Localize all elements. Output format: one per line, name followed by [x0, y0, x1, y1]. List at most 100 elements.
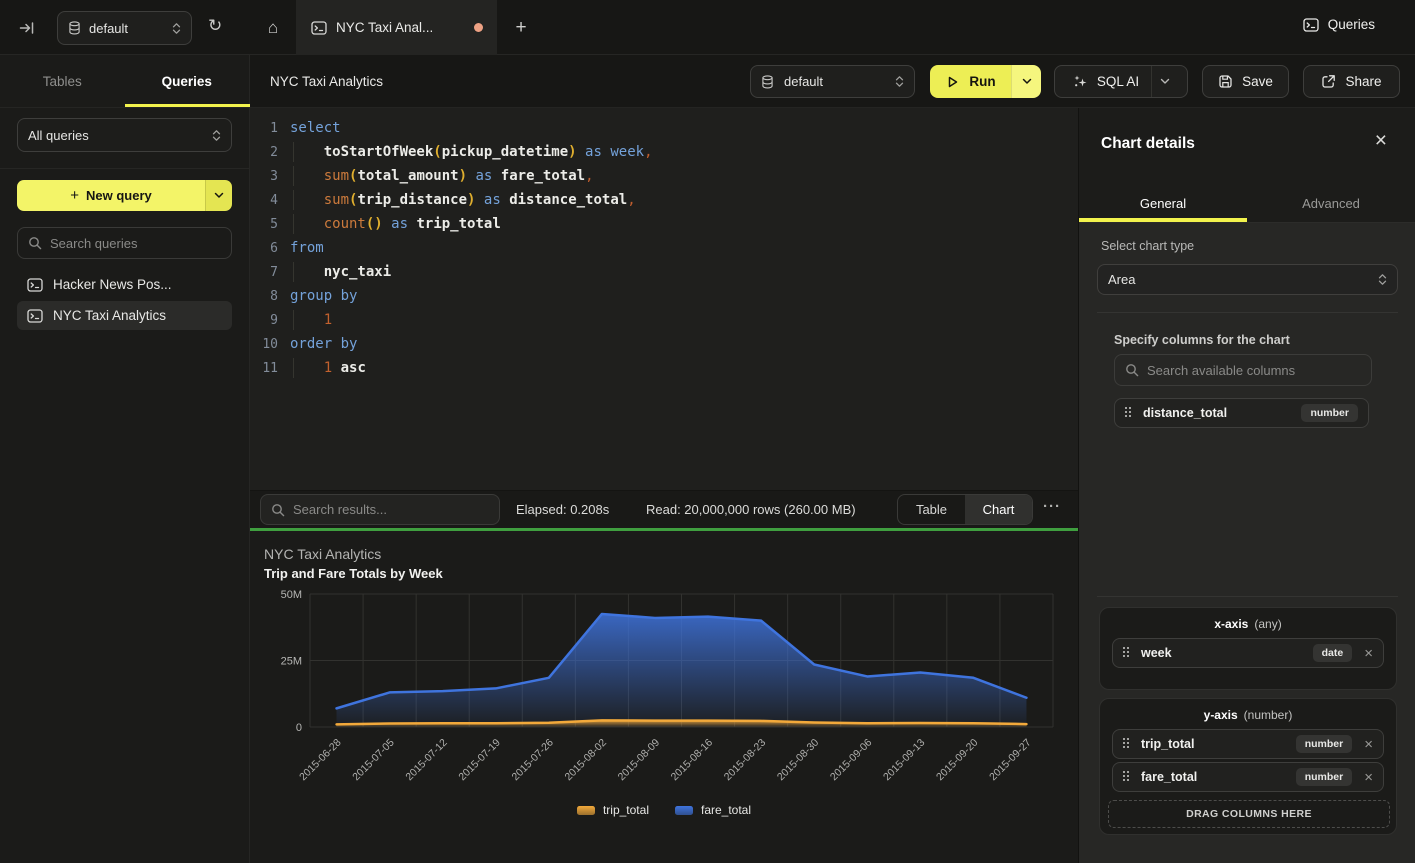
- column-pill-trip_total[interactable]: trip_totalnumber×: [1112, 729, 1384, 759]
- results-search-input[interactable]: [293, 502, 489, 517]
- line-number: 11: [250, 361, 278, 376]
- search-icon: [271, 503, 285, 517]
- sidebar-tab-tables[interactable]: Tables: [0, 55, 125, 107]
- query-search-input[interactable]: [50, 236, 221, 251]
- run-button[interactable]: Run: [930, 65, 1041, 98]
- remove-icon[interactable]: ×: [1362, 646, 1373, 661]
- line-number: 5: [250, 217, 278, 232]
- svg-text:2015-09-13: 2015-09-13: [881, 737, 928, 784]
- database-name: default: [89, 21, 164, 36]
- view-tab-table[interactable]: Table: [898, 495, 965, 524]
- chevron-updown-icon: [1378, 273, 1387, 286]
- run-button-main[interactable]: Run: [930, 65, 1011, 98]
- drag-handle-icon[interactable]: [1123, 738, 1131, 750]
- line-number: 7: [250, 265, 278, 280]
- panel-tab-general[interactable]: General: [1079, 185, 1247, 222]
- save-button[interactable]: Save: [1202, 65, 1289, 98]
- database-selector[interactable]: default: [57, 11, 192, 45]
- view-toggle: Table Chart: [897, 494, 1033, 525]
- legend-item-trip_total[interactable]: trip_total: [577, 803, 649, 817]
- search-icon: [1125, 363, 1139, 377]
- plus-icon: +: [515, 17, 526, 39]
- new-query-main[interactable]: + New query: [17, 180, 205, 211]
- panel-title: Chart details: [1101, 135, 1195, 153]
- chevron-updown-icon: [895, 75, 904, 88]
- svg-text:2015-09-27: 2015-09-27: [987, 737, 1034, 784]
- code-line[interactable]: 11 1 asc: [250, 356, 1078, 380]
- line-number: 1: [250, 121, 278, 136]
- chart-subtitle: Trip and Fare Totals by Week: [264, 566, 443, 581]
- columns-search[interactable]: [1114, 354, 1372, 386]
- queries-shortcut-button[interactable]: Queries: [1303, 17, 1375, 32]
- drag-handle-icon[interactable]: [1123, 771, 1131, 783]
- code-line[interactable]: 1select: [250, 116, 1078, 140]
- sql-editor[interactable]: 1select2 toStartOfWeek(pickup_datetime) …: [250, 108, 1078, 490]
- new-tab-button[interactable]: +: [497, 0, 545, 55]
- code-line[interactable]: 7 nyc_taxi: [250, 260, 1078, 284]
- share-button[interactable]: Share: [1303, 65, 1400, 98]
- save-icon: [1218, 74, 1233, 89]
- remove-icon[interactable]: ×: [1362, 737, 1373, 752]
- sidebar-tabs: Tables Queries: [0, 55, 249, 108]
- query-filter-select[interactable]: All queries: [17, 118, 232, 152]
- results-toolbar: Elapsed: 0.208s Read: 20,000,000 rows (2…: [250, 490, 1078, 528]
- code-line[interactable]: 2 toStartOfWeek(pickup_datetime) as week…: [250, 140, 1078, 164]
- code-line[interactable]: 4 sum(trip_distance) as distance_total,: [250, 188, 1078, 212]
- code-line[interactable]: 8group by: [250, 284, 1078, 308]
- view-tab-chart[interactable]: Chart: [965, 495, 1032, 524]
- more-options-icon[interactable]: ···: [1043, 498, 1061, 515]
- column-pill-distance_total[interactable]: distance_totalnumber: [1114, 398, 1369, 428]
- drag-handle-icon[interactable]: [1123, 647, 1131, 659]
- sql-ai-button[interactable]: SQL AI: [1054, 65, 1188, 98]
- share-icon: [1321, 74, 1336, 89]
- code-line[interactable]: 5 count() as trip_total: [250, 212, 1078, 236]
- sidebar-tab-queries[interactable]: Queries: [125, 55, 250, 107]
- code-line[interactable]: 3 sum(total_amount) as fare_total,: [250, 164, 1078, 188]
- unsaved-changes-dot: [474, 23, 483, 32]
- divider: [1097, 312, 1398, 313]
- remove-icon[interactable]: ×: [1362, 770, 1373, 785]
- close-icon[interactable]: ×: [1375, 130, 1387, 151]
- column-pill-week[interactable]: weekdate×: [1112, 638, 1384, 668]
- chart-type-select[interactable]: Area: [1097, 264, 1398, 295]
- query-list-item[interactable]: NYC Taxi Analytics: [17, 301, 232, 330]
- svg-text:2015-08-02: 2015-08-02: [563, 737, 610, 784]
- home-tab[interactable]: ⌂: [250, 0, 297, 55]
- new-query-dropdown[interactable]: [205, 180, 232, 211]
- chart-legend: trip_total fare_total: [250, 803, 1078, 817]
- divider: [0, 168, 250, 169]
- svg-text:25M: 25M: [281, 656, 302, 668]
- legend-item-fare_total[interactable]: fare_total: [675, 803, 751, 817]
- legend-label: fare_total: [701, 803, 751, 817]
- refresh-icon[interactable]: ↻: [208, 16, 222, 36]
- collapse-sidebar-icon[interactable]: [18, 19, 36, 37]
- drag-columns-dropzone[interactable]: DRAG COLUMNS HERE: [1108, 800, 1390, 828]
- run-database-selector[interactable]: default: [750, 65, 915, 98]
- sql-ai-label: SQL AI: [1097, 74, 1139, 89]
- code-line[interactable]: 10order by: [250, 332, 1078, 356]
- top-bar: default ↻ ⌂ NYC Taxi Anal... + Queries: [0, 0, 1415, 55]
- drag-handle-icon[interactable]: [1125, 407, 1133, 419]
- tab-nyc-taxi-analytics[interactable]: NYC Taxi Anal...: [297, 0, 497, 55]
- panel-tab-advanced[interactable]: Advanced: [1247, 185, 1415, 222]
- queries-shortcut-label: Queries: [1328, 17, 1375, 32]
- new-query-button[interactable]: + New query: [17, 180, 232, 211]
- database-icon: [761, 75, 774, 89]
- results-search[interactable]: [260, 494, 500, 525]
- columns-search-input[interactable]: [1147, 363, 1361, 378]
- query-search[interactable]: [17, 227, 232, 259]
- code-line[interactable]: 6from: [250, 236, 1078, 260]
- run-options-dropdown[interactable]: [1011, 65, 1041, 98]
- column-pill-fare_total[interactable]: fare_totalnumber×: [1112, 762, 1384, 792]
- chart-details-panel: Chart details × General Advanced Select …: [1078, 108, 1415, 863]
- sql-ai-dropdown[interactable]: [1151, 66, 1177, 97]
- editor-toolbar: NYC Taxi Analytics default Run: [250, 55, 1415, 108]
- terminal-icon: [27, 309, 43, 323]
- column-type-badge: date: [1313, 644, 1353, 662]
- query-list-item[interactable]: Hacker News Pos...: [17, 270, 232, 299]
- svg-text:2015-08-30: 2015-08-30: [775, 737, 822, 784]
- code-line[interactable]: 9 1: [250, 308, 1078, 332]
- x-axis-columns: weekdate×: [1112, 638, 1384, 668]
- svg-text:50M: 50M: [281, 589, 302, 601]
- x-axis-hint: (any): [1254, 617, 1281, 631]
